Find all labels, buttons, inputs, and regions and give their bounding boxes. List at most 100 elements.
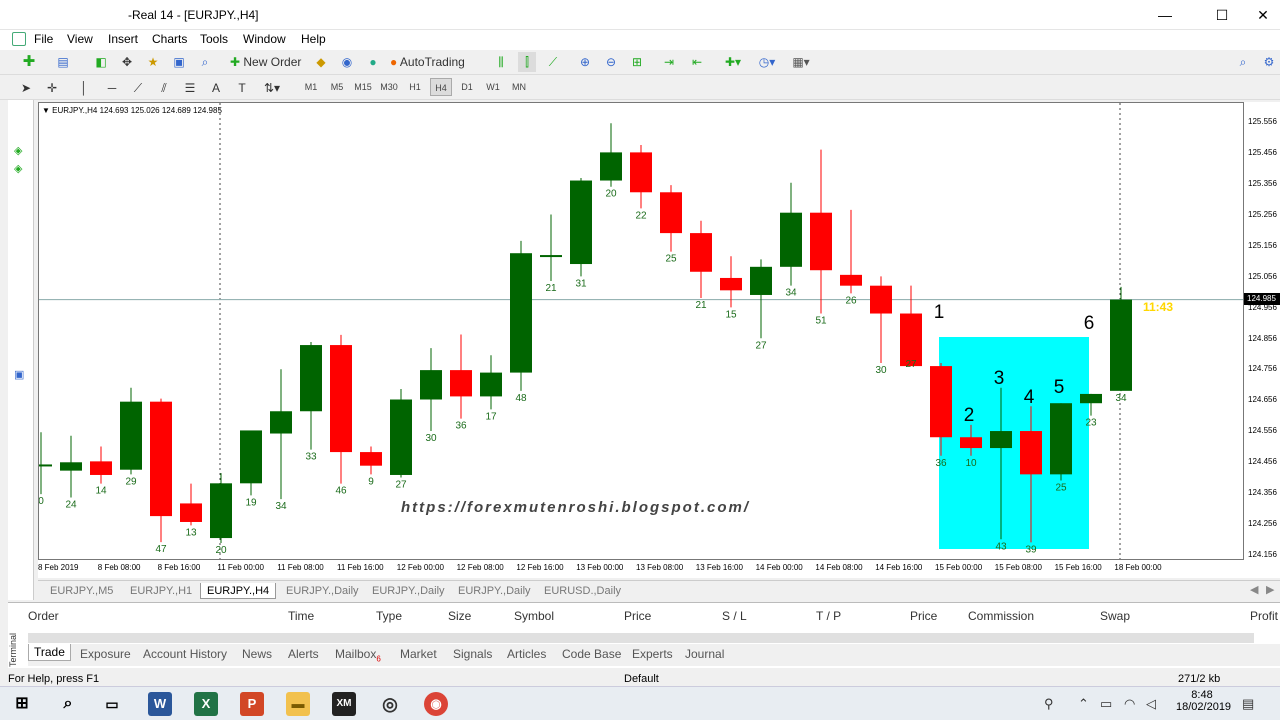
tf-m30[interactable]: M30	[378, 78, 400, 96]
chart-area[interactable]: 0241429471320193433469273036174821312022…	[38, 102, 1244, 560]
text-label-icon[interactable]: T	[234, 78, 250, 98]
term-tab-articles[interactable]: Articles	[507, 647, 546, 661]
powerpoint-icon[interactable]: P	[240, 692, 264, 716]
term-tab-journal[interactable]: Journal	[685, 647, 724, 661]
tf-d1[interactable]: D1	[456, 78, 478, 96]
strategy-tester-icon[interactable]: ⌕	[196, 52, 214, 72]
battery-icon[interactable]: ▭	[1100, 696, 1112, 712]
autoscroll-icon[interactable]: ⇤	[688, 52, 706, 72]
periods-icon[interactable]: ◷▾	[754, 52, 780, 72]
expert-icon[interactable]: ◈	[14, 144, 22, 157]
navigator-icon[interactable]: ★	[144, 52, 162, 72]
metaeditor-icon[interactable]: ◆	[312, 52, 330, 72]
windows-start-icon[interactable]: ⊞	[10, 692, 34, 716]
arrows-icon[interactable]: ⇅▾	[260, 78, 284, 98]
term-tab-alerts[interactable]: Alerts	[288, 647, 319, 661]
term-tab-experts[interactable]: Experts	[632, 647, 673, 661]
col-price[interactable]: Price	[624, 609, 651, 623]
chrome-icon[interactable]: ◉	[424, 692, 448, 716]
col-symbol[interactable]: Symbol	[514, 609, 554, 623]
menu-tools[interactable]: Tools	[200, 32, 228, 46]
templates-icon[interactable]: ▦▾	[788, 52, 814, 72]
zoom-in-icon[interactable]: ⊕	[576, 52, 594, 72]
notifications-icon[interactable]: ▤	[1242, 696, 1254, 712]
col-swap[interactable]: Swap	[1100, 609, 1130, 623]
col-order[interactable]: Order	[28, 609, 59, 623]
xm-terminal-icon[interactable]: XM	[332, 692, 356, 716]
tf-m1[interactable]: M1	[300, 78, 322, 96]
col-tp[interactable]: T / P	[816, 609, 841, 623]
tab-scroll-left-icon[interactable]: ◀	[1250, 583, 1258, 596]
tab-scroll-right-icon[interactable]: ▶	[1266, 583, 1274, 596]
zoom-out-icon[interactable]: ⊖	[602, 52, 620, 72]
tf-m5[interactable]: M5	[326, 78, 348, 96]
close-button[interactable]: ✕	[1240, 0, 1280, 30]
people-icon[interactable]: ⚲	[1044, 696, 1054, 712]
minimize-button[interactable]: —	[1142, 0, 1188, 30]
chart-tab-eurusd-daily[interactable]: EURUSD.,Daily	[538, 583, 627, 599]
wifi-icon[interactable]: ◠	[1124, 696, 1135, 712]
menu-file[interactable]: File	[34, 32, 53, 46]
term-tab-market[interactable]: Market	[400, 647, 437, 661]
chart-tab-eurjpy-h4[interactable]: EURJPY.,H4	[200, 583, 277, 599]
expert-icon-2[interactable]: ◈	[14, 162, 22, 175]
task-view-icon[interactable]: ▭	[100, 692, 124, 716]
chart-tab-eurjpy-daily-1[interactable]: EURJPY.,Daily	[280, 583, 365, 599]
term-tab-news[interactable]: News	[242, 647, 272, 661]
fibonacci-icon[interactable]: ☰	[182, 78, 198, 98]
tf-h4[interactable]: H4	[430, 78, 452, 96]
maximize-button[interactable]: ☐	[1199, 0, 1245, 30]
text-icon[interactable]: A	[208, 78, 224, 98]
signals-icon[interactable]: ◉	[338, 52, 356, 72]
term-tab-exposure[interactable]: Exposure	[80, 647, 131, 661]
chart-tab-eurjpy-h1[interactable]: EURJPY.,H1	[124, 583, 198, 599]
menu-insert[interactable]: Insert	[108, 32, 138, 46]
autotrading-button[interactable]: ● AutoTrading	[390, 52, 480, 72]
tf-w1[interactable]: W1	[482, 78, 504, 96]
tray-chevron-icon[interactable]: ⌃	[1078, 696, 1089, 712]
col-time[interactable]: Time	[288, 609, 314, 623]
profiles-icon[interactable]: ▤	[50, 52, 76, 72]
tf-h1[interactable]: H1	[404, 78, 426, 96]
term-tab-signals[interactable]: Signals	[453, 647, 492, 661]
trendline-icon[interactable]: ⟋	[130, 78, 146, 98]
menu-help[interactable]: Help	[301, 32, 326, 46]
chart-tab-eurjpy-daily-3[interactable]: EURJPY.,Daily	[452, 583, 537, 599]
market-icon[interactable]: ●	[364, 52, 382, 72]
data-window-icon[interactable]: ✥	[118, 52, 136, 72]
excel-icon[interactable]: X	[194, 692, 218, 716]
search-taskbar-icon[interactable]: ⌕	[56, 692, 80, 716]
vertical-line-icon[interactable]: │	[78, 78, 90, 98]
new-chart-icon[interactable]: ✚	[16, 52, 42, 72]
horizontal-line-icon[interactable]: ─	[104, 78, 120, 98]
col-sl[interactable]: S / L	[722, 609, 747, 623]
col-type[interactable]: Type	[376, 609, 402, 623]
new-order-button[interactable]: ✚ New Order	[230, 52, 310, 72]
channel-icon[interactable]: ⫽	[156, 78, 172, 98]
chart-shift-icon[interactable]: ⇥	[660, 52, 678, 72]
term-tab-mailbox[interactable]: Mailbox6	[335, 647, 381, 663]
word-icon[interactable]: W	[148, 692, 172, 716]
market-watch-icon[interactable]: ◧	[92, 52, 110, 72]
menu-view[interactable]: View	[67, 32, 93, 46]
candlestick-icon[interactable]: ⫿	[518, 52, 536, 72]
chart-tab-eurjpy-m5[interactable]: EURJPY.,M5	[44, 583, 119, 599]
col-commission[interactable]: Commission	[968, 609, 1034, 623]
terminal-icon[interactable]: ▣	[170, 52, 188, 72]
horizontal-scrollbar[interactable]	[28, 633, 1254, 643]
file-explorer-icon[interactable]: ▬	[286, 692, 310, 716]
tile-windows-icon[interactable]: ⊞	[628, 52, 646, 72]
panel-icon[interactable]: ▣	[14, 368, 24, 381]
search-icon[interactable]: ⌕	[1234, 52, 1252, 72]
crosshair-icon[interactable]: ✛	[44, 78, 60, 98]
menu-charts[interactable]: Charts	[152, 32, 187, 46]
menu-window[interactable]: Window	[243, 32, 286, 46]
col-size[interactable]: Size	[448, 609, 471, 623]
line-chart-icon[interactable]: ⟋	[544, 52, 562, 72]
term-tab-trade[interactable]: Trade	[28, 644, 71, 661]
community-icon[interactable]: ⚙	[1260, 52, 1278, 72]
term-tab-account-history[interactable]: Account History	[143, 647, 227, 661]
volume-icon[interactable]: ◁	[1146, 696, 1156, 712]
term-tab-code-base[interactable]: Code Base	[562, 647, 621, 661]
indicators-icon[interactable]: ✚▾	[720, 52, 746, 72]
